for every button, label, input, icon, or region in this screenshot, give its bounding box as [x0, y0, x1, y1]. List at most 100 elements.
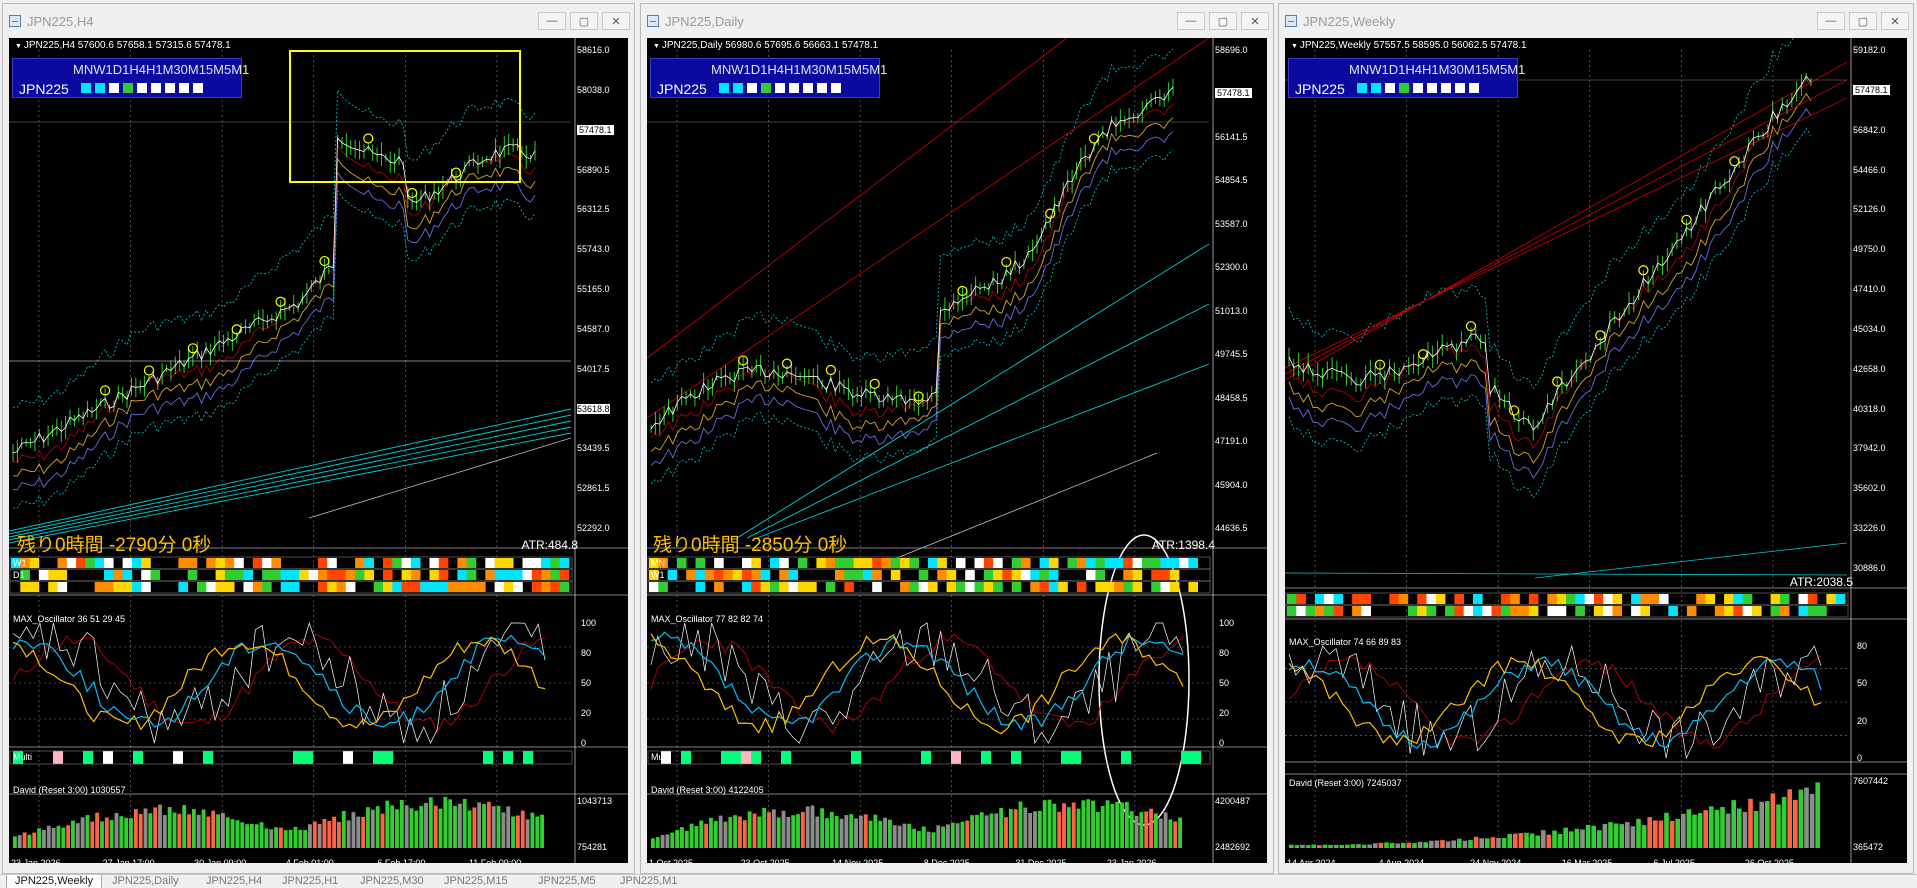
price-axis-label: 37942.0 — [1853, 443, 1886, 454]
indicator-row-label: W1 — [651, 570, 665, 580]
oscillator-axis-label: 20 — [581, 708, 592, 718]
minimize-button[interactable]: — — [1177, 12, 1205, 30]
timeframe-status-dots — [81, 83, 203, 93]
chart-tabs: JPN225,Weekly JPN225,Daily JPN225,H4 JPN225… — [0, 874, 1917, 888]
timeframe-panel: MNW1D1H4H1M30M15M5M1 JPN225 — [12, 58, 249, 98]
close-button[interactable]: ✕ — [1241, 12, 1269, 30]
current-price-label: 57478.1 — [1215, 88, 1252, 99]
date-axis-label: 6 Jul 2025 — [1653, 858, 1695, 863]
chart-tab[interactable]: JPN225,M5 — [530, 875, 603, 888]
chart-window-weekly[interactable]: JPN225,Weekly — ▢ ✕ JPN225,Weekly 57557.… — [1278, 3, 1914, 874]
volume-label: David (Reset 3:00) 1030557 — [13, 785, 126, 795]
price-axis-label: 52292.0 — [577, 523, 610, 533]
maximize-button[interactable]: ▢ — [1849, 12, 1877, 30]
chart-window-h4[interactable]: JPN225,H4 — ▢ ✕ JPN225,H4 57600.6 57658.… — [2, 3, 635, 874]
window-title: JPN225,H4 — [27, 13, 94, 29]
price-chart[interactable]: JPN225,H4 57600.6 57658.1 57315.6 57478.… — [9, 38, 628, 863]
maximize-button[interactable]: ▢ — [570, 12, 598, 30]
chart-tab[interactable]: JPN225,M1 — [612, 875, 685, 888]
price-axis-label: 55165.0 — [577, 284, 610, 294]
atr-value: ATR:2038.5 — [1789, 575, 1853, 589]
chart-window-icon — [647, 15, 659, 27]
current-price-label: 57478.1 — [1853, 84, 1890, 95]
chart-tab[interactable]: JPN225,H1 — [274, 875, 346, 888]
oscillator-axis-label: 100 — [1219, 618, 1235, 628]
window-title: JPN225,Daily — [665, 13, 744, 29]
chart-header: JPN225,Daily 56980.6 57695.6 56663.1 574… — [653, 40, 878, 51]
timeframe-labels: MNW1D1H4H1M30M15M5M1 — [711, 62, 888, 77]
price-axis-label: 52861.5 — [577, 483, 610, 494]
chart-header: JPN225,Weekly 57557.5 58595.0 56062.5 57… — [1291, 40, 1527, 51]
price-axis-label: 56842.0 — [1853, 124, 1886, 135]
price-chart[interactable]: JPN225,Weekly 57557.5 58595.0 56062.5 57… — [1285, 38, 1907, 863]
current-price-label: 57478.1 — [577, 124, 614, 135]
atr-value: ATR:1398.4 — [1151, 538, 1215, 552]
timeframe-panel: MNW1D1H4H1M30M15M5M1 JPN225 — [650, 58, 887, 98]
price-axis-label: 54587.0 — [577, 323, 610, 334]
date-axis-label: 8 Dec 2025 — [923, 858, 970, 863]
timeframe-labels: MNW1D1H4H1M30M15M5M1 — [73, 62, 250, 77]
oscillator-axis-label: 0 — [581, 738, 587, 748]
multi-indicator-label: Multi — [651, 752, 671, 762]
price-axis-label: 30886.0 — [1853, 563, 1886, 573]
chart-canvas — [9, 38, 628, 863]
price-axis-label: 56312.5 — [577, 204, 610, 215]
chart-window-daily[interactable]: JPN225,Daily — ▢ ✕ JPN225,Daily 56980.6 … — [640, 3, 1274, 874]
timeframe-labels: MNW1D1H4H1M30M15M5M1 — [1349, 62, 1526, 77]
minimize-button[interactable]: — — [1817, 12, 1845, 30]
titlebar[interactable]: JPN225,H4 — ▢ ✕ — [3, 4, 634, 38]
chart-tab[interactable]: JPN225,M30 — [352, 875, 432, 888]
date-axis-label: 4 Aug 2024 — [1378, 858, 1425, 863]
price-axis-label: 56890.5 — [577, 164, 610, 175]
date-axis-label: 14 Apr 2024 — [1287, 858, 1336, 863]
chart-header: JPN225,H4 57600.6 57658.1 57315.6 57478.… — [15, 40, 231, 51]
price-axis-label: 49750.0 — [1853, 244, 1886, 255]
date-axis-label: 4 Feb 01:00 — [285, 858, 334, 863]
price-axis-label: 47191.0 — [1215, 436, 1248, 447]
remaining-time: 残り0時間 -2790分 0秒 — [17, 535, 212, 556]
price-axis-label: 53439.5 — [577, 443, 610, 454]
maximize-button[interactable]: ▢ — [1209, 12, 1237, 30]
titlebar[interactable]: JPN225,Daily — ▢ ✕ — [641, 4, 1273, 38]
indicator-row-label: W1 — [13, 558, 27, 568]
volume-axis-label: 7607442 — [1853, 776, 1889, 786]
oscillator-axis-label: 80 — [1857, 641, 1868, 651]
chart-tab[interactable]: JPN225,H4 — [198, 875, 270, 888]
close-button[interactable]: ✕ — [602, 12, 630, 30]
price-axis-label: 48458.5 — [1215, 392, 1248, 403]
oscillator-axis-label: 50 — [1857, 678, 1868, 689]
price-axis-label: 35602.0 — [1853, 483, 1886, 494]
volume-axis-label: 2482692 — [1215, 842, 1251, 852]
date-axis-label: 6 Feb 17:00 — [377, 858, 426, 863]
chart-tab[interactable]: JPN225,Daily — [104, 875, 187, 888]
price-axis-label: 59182.0 — [1853, 45, 1886, 55]
price-axis-label: 52300.0 — [1215, 262, 1248, 273]
price-chart[interactable]: JPN225,Daily 56980.6 57695.6 56663.1 574… — [647, 38, 1267, 863]
chart-tab[interactable]: JPN225,M15 — [436, 875, 516, 888]
price-axis-label: 33226.0 — [1853, 523, 1886, 534]
price-axis-label: 49745.5 — [1215, 349, 1248, 360]
price-axis-label: 54466.0 — [1853, 164, 1886, 175]
date-axis-label: 31 Dec 2025 — [1015, 858, 1067, 863]
date-axis-label: 16 Mar 2025 — [1561, 858, 1613, 863]
price-axis-label: 53587.0 — [1215, 218, 1248, 229]
chart-canvas — [1285, 38, 1907, 863]
titlebar[interactable]: JPN225,Weekly — ▢ ✕ — [1279, 4, 1913, 38]
oscillator-axis-label: 0 — [1219, 738, 1225, 748]
minimize-button[interactable]: — — [538, 12, 566, 30]
chart-window-icon — [1285, 15, 1297, 27]
oscillator-axis-label: 100 — [581, 618, 597, 628]
indicator-row-label: MN — [651, 558, 665, 568]
price-axis-label: 47410.0 — [1853, 284, 1886, 295]
oscillator-axis-label: 50 — [1219, 678, 1230, 688]
symbol-label: JPN225 — [1295, 81, 1345, 97]
price-axis-label: 51013.0 — [1215, 305, 1248, 316]
volume-axis-label: 1043713 — [577, 796, 613, 806]
timeframe-status-dots — [719, 83, 841, 93]
window-title: JPN225,Weekly — [1303, 13, 1396, 29]
atr-value: ATR:484.8 — [521, 538, 578, 552]
chart-tab[interactable]: JPN225,Weekly — [6, 875, 103, 888]
date-axis-label: 24 Nov 2024 — [1470, 858, 1522, 863]
price-axis-label: 58616.0 — [577, 45, 610, 55]
close-button[interactable]: ✕ — [1881, 12, 1909, 30]
